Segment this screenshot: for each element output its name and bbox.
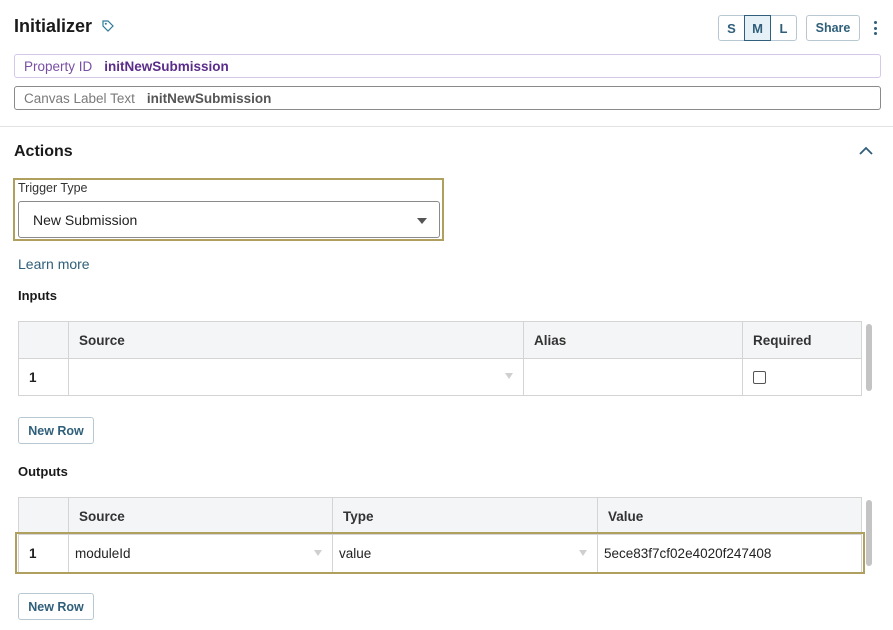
inputs-header-source: Source xyxy=(69,322,524,359)
outputs-type-value: value xyxy=(339,546,372,561)
outputs-header-source: Source xyxy=(69,498,333,535)
outputs-source-value: moduleId xyxy=(75,546,131,561)
inputs-new-row-button[interactable]: New Row xyxy=(18,417,94,444)
more-options-icon[interactable] xyxy=(869,19,881,37)
required-checkbox[interactable] xyxy=(753,370,766,384)
size-medium-button[interactable]: M xyxy=(744,15,771,41)
inputs-title: Inputs xyxy=(18,288,57,303)
outputs-scrollbar[interactable] xyxy=(866,500,872,566)
outputs-table-header: Source Type Value xyxy=(19,498,861,535)
trigger-type-value: New Submission xyxy=(33,211,138,228)
inputs-table-header: Source Alias Required xyxy=(19,322,861,359)
tag-icon[interactable] xyxy=(102,20,114,32)
share-button[interactable]: Share xyxy=(806,15,860,41)
size-toggle-group: S M L xyxy=(718,15,797,41)
inputs-source-cell[interactable] xyxy=(69,359,524,395)
outputs-row-number: 1 xyxy=(19,535,69,572)
caret-down-icon xyxy=(417,218,427,224)
canvas-label-field[interactable]: Canvas Label Text initNewSubmission xyxy=(14,86,881,110)
canvas-label-value: initNewSubmission xyxy=(146,90,272,106)
outputs-header-type: Type xyxy=(333,498,598,535)
inputs-header-alias: Alias xyxy=(524,322,743,359)
panel-title: Initializer xyxy=(14,16,93,36)
dropdown-caret-icon xyxy=(579,550,587,556)
outputs-type-cell[interactable]: value xyxy=(333,535,598,572)
section-divider xyxy=(0,126,893,127)
property-id-value: initNewSubmission xyxy=(104,58,229,74)
size-large-button[interactable]: L xyxy=(770,15,797,41)
actions-section-title: Actions xyxy=(14,143,73,160)
inputs-alias-cell[interactable] xyxy=(524,359,743,395)
inputs-header-required: Required xyxy=(753,333,812,348)
trigger-type-label: Trigger Type xyxy=(18,181,88,195)
dropdown-caret-icon xyxy=(314,550,322,556)
inputs-row-number: 1 xyxy=(19,359,69,395)
outputs-value-text: 5ece83f7cf02e4020f247408 xyxy=(604,546,772,561)
outputs-value-cell[interactable]: 5ece83f7cf02e4020f247408 xyxy=(598,535,861,572)
trigger-type-select[interactable]: New Submission xyxy=(18,201,440,238)
outputs-source-cell[interactable]: moduleId xyxy=(69,535,333,572)
outputs-header-rownum xyxy=(19,498,69,535)
outputs-title: Outputs xyxy=(18,464,68,479)
chevron-up-icon[interactable] xyxy=(858,145,874,157)
learn-more-link[interactable]: Learn more xyxy=(18,256,90,272)
outputs-header-value: Value xyxy=(608,509,644,524)
inputs-header-rownum xyxy=(19,322,69,359)
property-id-field[interactable]: Property ID initNewSubmission xyxy=(14,54,881,78)
inputs-required-cell xyxy=(743,359,861,395)
property-id-label: Property ID xyxy=(24,58,93,74)
outputs-table: Source Type Value 1 moduleId value 5ece8… xyxy=(18,497,862,573)
inputs-scrollbar[interactable] xyxy=(866,324,872,391)
outputs-new-row-button[interactable]: New Row xyxy=(18,593,94,620)
dropdown-caret-icon xyxy=(505,373,513,379)
size-small-button[interactable]: S xyxy=(718,15,745,41)
inputs-table: Source Alias Required 1 xyxy=(18,321,862,396)
canvas-label-label: Canvas Label Text xyxy=(24,90,135,106)
